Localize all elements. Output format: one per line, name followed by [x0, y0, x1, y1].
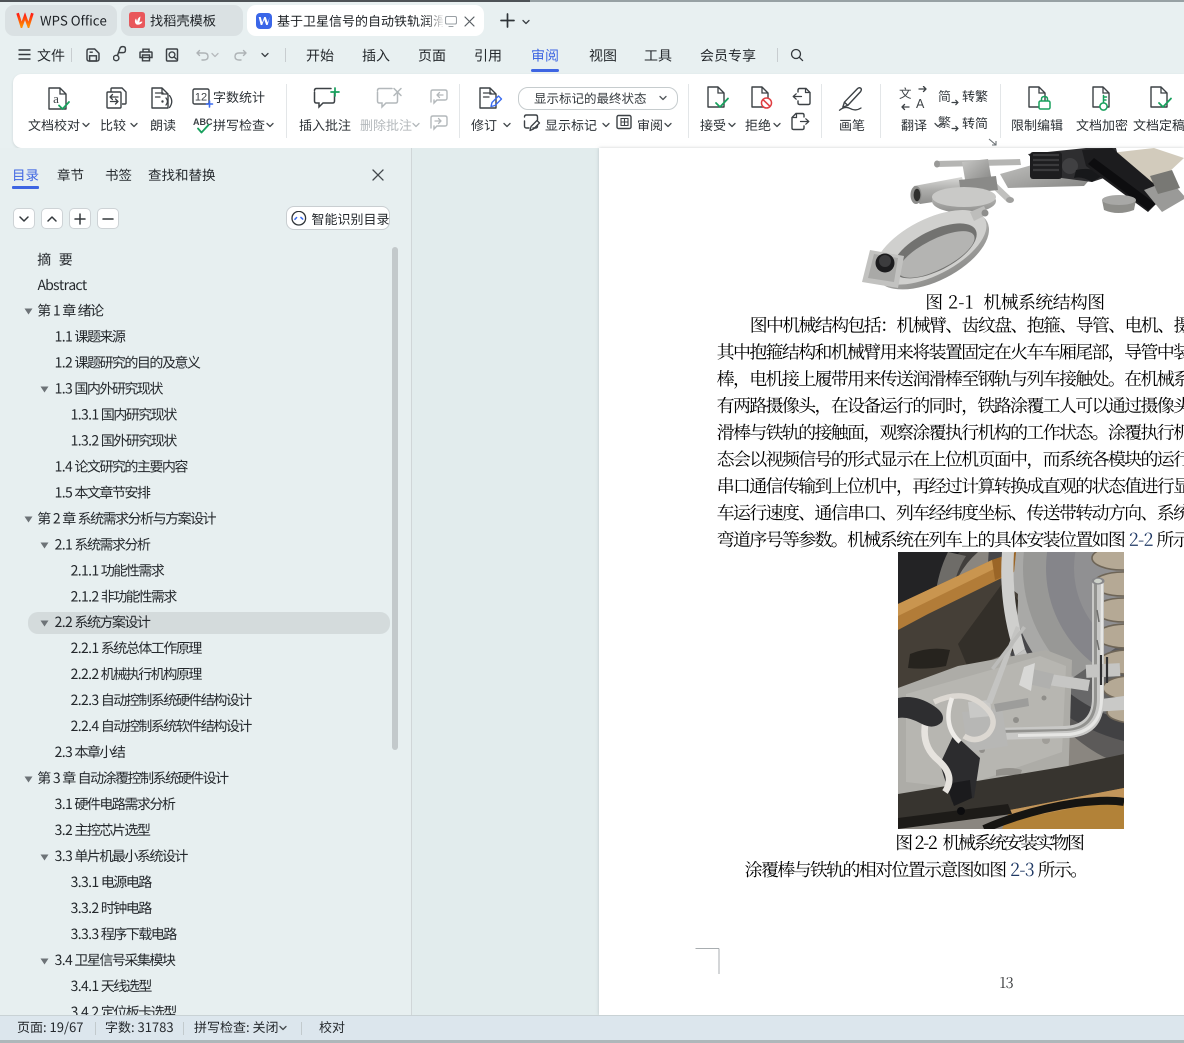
svg-text:12: 12 [195, 92, 207, 104]
svg-text:a: a [53, 91, 59, 106]
svg-text:ABC: ABC [193, 117, 213, 127]
